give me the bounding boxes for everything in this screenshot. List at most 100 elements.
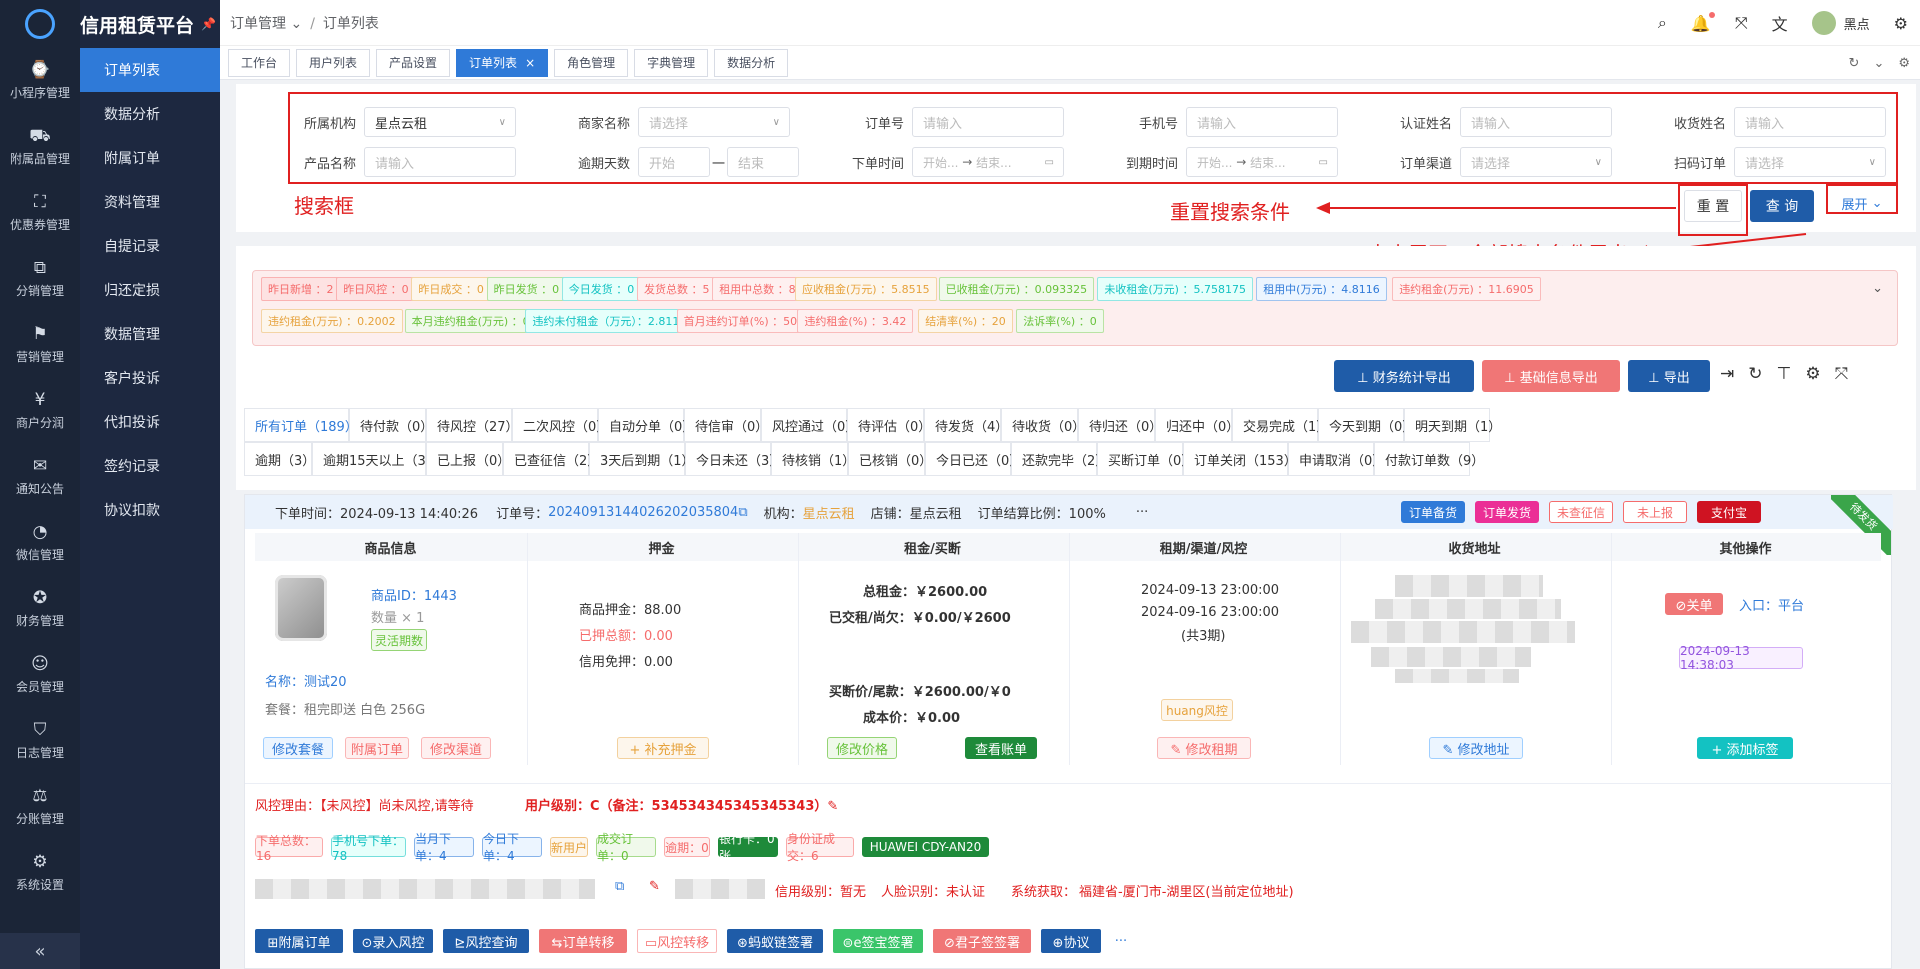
rail-item[interactable]: ⌚ 小程序管理 [0,48,80,114]
order-status-tab[interactable]: 订单关闭（153） [1183,442,1297,476]
user-menu[interactable]: 黑点 [1811,11,1870,35]
order-status-tab[interactable]: 待评估（0） [847,408,931,442]
tab[interactable]: 字典管理 [634,48,709,77]
submenu-item[interactable]: 客户投诉 [80,356,220,400]
fullscreen-icon[interactable]: ⤧ [1735,13,1748,33]
order-status-tab[interactable]: 已查征信（2） [503,442,600,476]
indent-icon[interactable]: ⇥ [1720,364,1734,384]
order-status-tab[interactable]: 所有订单（189） [244,408,358,442]
order-status-tab[interactable]: 还款完毕（2） [1011,442,1108,476]
esign-action[interactable]: ⊜e签宝签署 [833,929,923,953]
expand-button[interactable]: 展开 ⌄ [1830,187,1894,219]
risk-query-action[interactable]: ⊵风控查询 [443,929,529,953]
edit-package-button[interactable]: 修改套餐 [263,737,333,759]
order-status-tab[interactable]: 风控通过（0） [761,408,858,442]
order-status-tab[interactable]: 交易完成（1） [1232,408,1329,442]
pin-icon[interactable]: 📌 [201,17,216,31]
more-icon[interactable]: ··· [1111,929,1131,953]
goods-id[interactable]: 商品ID：1443 [371,585,457,604]
add-tag-button[interactable]: + 添加标签 [1697,737,1793,759]
order-status-tab[interactable]: 待核销（1） [771,442,855,476]
order-status-tab[interactable]: 逾期（3） [244,442,315,476]
fullscreen-icon[interactable]: ⤧ [1835,364,1849,384]
add-deposit-button[interactable]: + 补充押金 [617,737,709,759]
order-status-tab[interactable]: 待收货（0） [1001,408,1085,442]
tab[interactable]: 产品设置 [376,48,451,77]
translate-icon[interactable]: 文 [1772,11,1788,35]
rail-item[interactable]: ¥ 商户分润 [0,378,80,444]
agreement-action[interactable]: ⊕协议 [1041,929,1101,953]
submenu-item[interactable]: 归还定损 [80,268,220,312]
submenu-item[interactable]: 代扣投诉 [80,400,220,444]
query-button[interactable]: 查 询 [1750,190,1814,222]
junzi-sign-action[interactable]: ⊘君子签签署 [933,929,1031,953]
edit-address-button[interactable]: ✎ 修改地址 [1429,737,1523,759]
more-icon[interactable]: ··· [1136,505,1148,520]
export-button[interactable]: ⊥ 导出 [1628,360,1710,392]
rail-item[interactable]: ☺ 会员管理 [0,642,80,708]
breadcrumb-order-mgmt[interactable]: 订单管理 [230,16,286,32]
order-status-tab[interactable]: 待信审（0） [684,408,768,442]
submenu-item[interactable]: 资料管理 [80,180,220,224]
finance-export-button[interactable]: ⊥ 财务统计导出 [1334,360,1474,392]
submenu-item[interactable]: 数据分析 [80,92,220,136]
order-status-tab[interactable]: 待风控（27） [426,408,519,442]
sub-order-action[interactable]: ⊞附属订单 [255,929,343,953]
refresh-icon[interactable]: ↻ [1748,364,1762,384]
order-status-tab[interactable]: 已上报（0） [426,442,510,476]
reset-button[interactable]: 重 置 [1684,190,1742,222]
rail-item[interactable]: ⚑ 营销管理 [0,312,80,378]
order-status-tab[interactable]: 付款订单数（9） [1374,442,1484,476]
bell-icon[interactable]: 🔔 [1691,11,1715,33]
close-icon[interactable]: × [525,56,535,70]
order-status-tab[interactable]: 买断订单（0） [1097,442,1194,476]
edit-channel-button[interactable]: 修改渠道 [421,737,491,759]
tab[interactable]: 数据分析 [714,48,789,77]
submenu-item[interactable]: 协议扣款 [80,488,220,532]
order-status-tab[interactable]: 待付款（0） [349,408,433,442]
view-bill-button[interactable]: 查看账单 [965,737,1037,759]
gear-icon[interactable]: ⚙ [1894,14,1908,33]
tab[interactable]: 工作台 [228,48,291,77]
order-status-tab[interactable]: 今日已还（0） [925,442,1022,476]
order-status-tab[interactable]: 申请取消（0） [1288,442,1385,476]
tab[interactable]: 订单列表 × [456,48,549,77]
order-status-tab[interactable]: 明天到期（1） [1404,408,1501,442]
basic-export-button[interactable]: ⊥ 基础信息导出 [1482,360,1620,392]
edit-term-button[interactable]: ✎ 修改租期 [1157,737,1251,759]
order-status-tab[interactable]: 已核销（0） [848,442,932,476]
tab[interactable]: 用户列表 [296,48,371,77]
rail-item[interactable]: ⛉ 日志管理 [0,708,80,774]
edit-price-button[interactable]: 修改价格 [827,737,897,759]
close-order-button[interactable]: ⊘关单 [1665,593,1723,615]
order-status-tab[interactable]: 今天到期（0） [1318,408,1415,442]
submenu-item[interactable]: 订单列表 [80,48,220,92]
submenu-item[interactable]: 自提记录 [80,224,220,268]
risk-transfer-action[interactable]: ▭风控转移 [637,929,717,953]
gear-icon[interactable]: ⚙ [1805,364,1820,384]
order-status-tab[interactable]: 归还中（0） [1155,408,1239,442]
rail-item[interactable]: ✪ 财务管理 [0,576,80,642]
submenu-item[interactable]: 签约记录 [80,444,220,488]
rail-item[interactable]: ⚙ 系统设置 [0,840,80,906]
chevron-down-icon[interactable]: ⌄ [1873,56,1884,71]
order-transfer-action[interactable]: ⇆订单转移 [539,929,627,953]
order-status-tab[interactable]: 二次风控（0） [512,408,609,442]
rail-item[interactable]: ◔ 微信管理 [0,510,80,576]
order-status-tab[interactable]: 待发货（4） [924,408,1008,442]
collapse-icon[interactable]: « [0,933,80,969]
risk-entry-action[interactable]: ⊙录入风控 [353,929,433,953]
order-status-tab[interactable]: 3天后到期（1） [589,442,695,476]
copy-icon[interactable]: ⧉ [615,879,624,894]
sub-order-button[interactable]: 附属订单 [345,737,409,759]
column-icon[interactable]: ⊤ [1777,364,1792,384]
order-status-tab[interactable]: 今日未还（3） [685,442,782,476]
edit-icon[interactable]: ✎ [649,879,660,894]
order-status-tab[interactable]: 逾期15天以上（3） [312,442,439,476]
chevron-down-icon[interactable]: ⌄ [1872,281,1883,296]
rail-item[interactable]: ⛶ 优惠券管理 [0,180,80,246]
rail-item[interactable]: ⚖ 分账管理 [0,774,80,840]
gear-icon[interactable]: ⚙ [1898,56,1910,71]
rail-item[interactable]: ⛟ 附属品管理 [0,114,80,180]
antchain-sign-action[interactable]: ⊛蚂蚁链签署 [727,929,823,953]
